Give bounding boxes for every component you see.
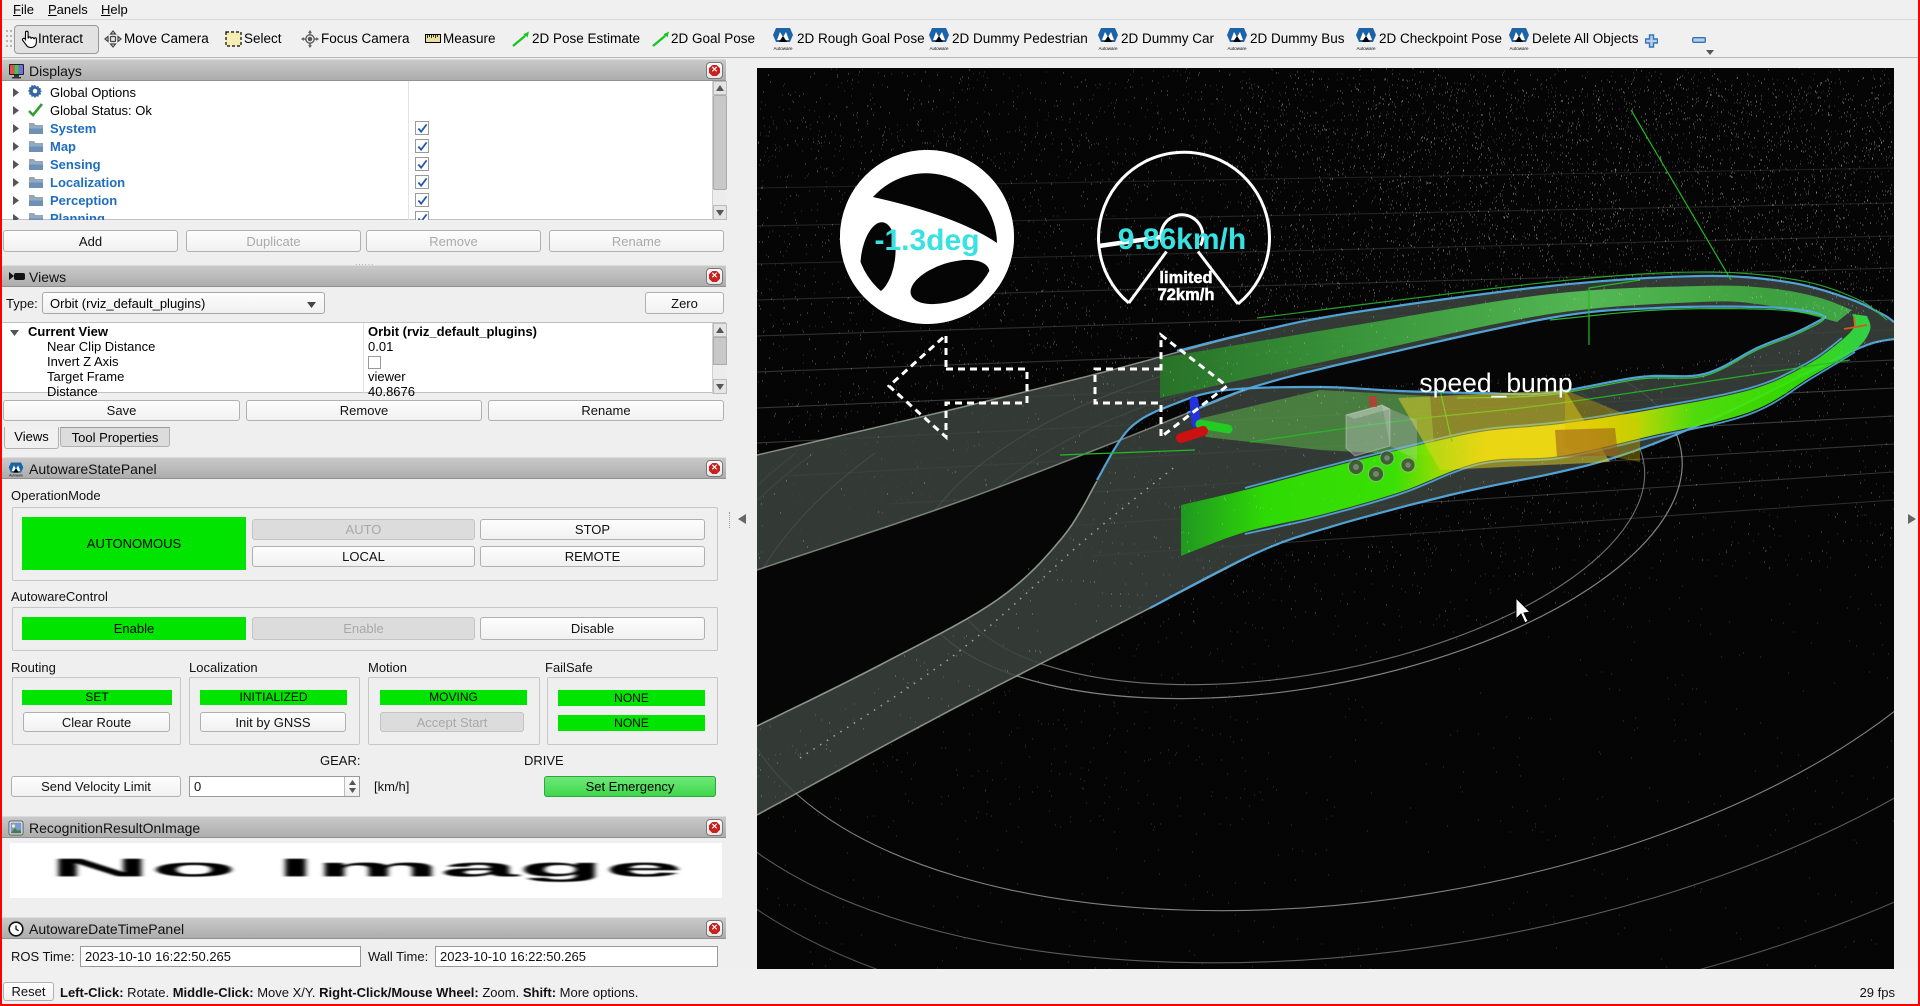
svg-text:Autoware: Autoware xyxy=(9,473,23,477)
svg-text:Autoware: Autoware xyxy=(929,46,949,51)
svg-text:speed_bump: speed_bump xyxy=(1419,368,1572,398)
svg-text:9.86km/h: 9.86km/h xyxy=(1118,223,1246,256)
svg-text:-1.3deg: -1.3deg xyxy=(874,224,979,257)
svg-text:Autoware: Autoware xyxy=(773,46,793,51)
svg-text:Autoware: Autoware xyxy=(1098,46,1118,51)
svg-text:Autoware: Autoware xyxy=(1227,46,1247,51)
svg-text:Autoware: Autoware xyxy=(1509,46,1529,51)
svg-text:72km/h: 72km/h xyxy=(1158,286,1215,304)
svg-text:limited: limited xyxy=(1159,269,1212,287)
svg-text:Autoware: Autoware xyxy=(1356,46,1376,51)
